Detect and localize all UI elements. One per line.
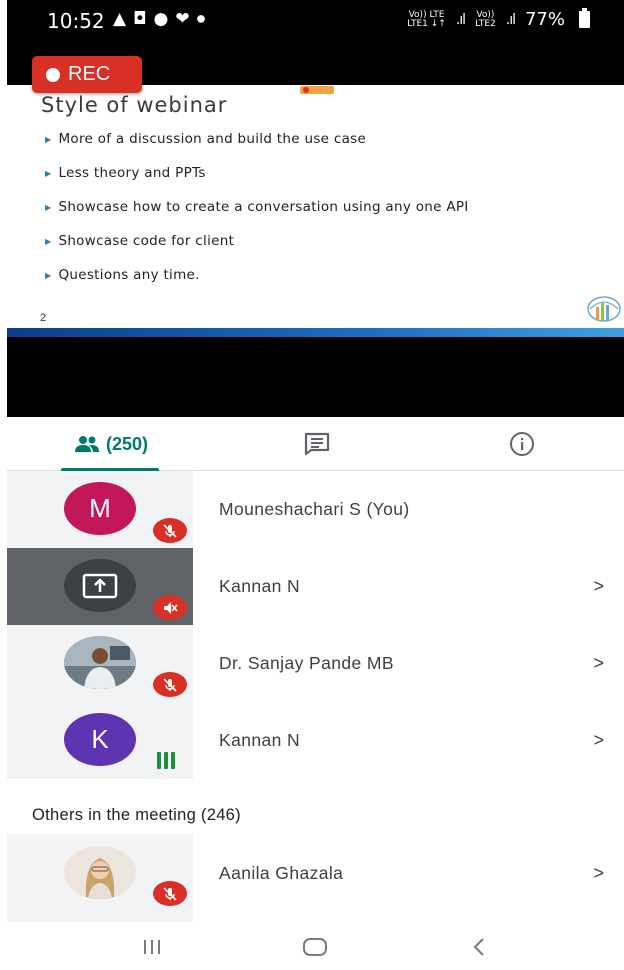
people-icon <box>74 436 99 452</box>
bullet-arrow-icon: ▶ <box>45 271 52 280</box>
status-time: 10:52 <box>47 9 105 33</box>
mic-off-icon <box>153 881 187 906</box>
chevron-right-icon[interactable]: > <box>593 548 604 625</box>
recording-label: REC <box>68 63 111 85</box>
chevron-right-icon[interactable]: > <box>593 702 604 779</box>
globe-logo-icon <box>587 296 621 322</box>
battery-text: 77% <box>524 9 565 30</box>
bullet-arrow-icon: ▶ <box>45 169 52 178</box>
recent-apps-icon[interactable] <box>132 924 172 970</box>
mic-off-icon <box>153 595 187 620</box>
mic-off-icon <box>153 518 187 543</box>
participant-row[interactable]: Aanila Ghazala > <box>7 834 624 922</box>
battery-icon <box>579 8 590 28</box>
status-right: Vo)) LTE LTE1 ↓↑ .ıl Vo)) LTE2 .ıl 77% <box>407 8 590 30</box>
presentation-slide[interactable]: Style of webinar ▶ More of a discussion a… <box>7 85 624 328</box>
tab-people[interactable]: (250) <box>59 417 163 471</box>
tab-info[interactable] <box>502 417 542 471</box>
slide-bullet: ▶ Showcase code for client <box>45 233 235 249</box>
participant-tile <box>7 834 193 922</box>
people-count: (250) <box>105 433 149 454</box>
navigation-bar <box>7 924 624 970</box>
bullet-arrow-icon: ▶ <box>45 135 52 144</box>
slide-page-number: 2 <box>40 312 47 324</box>
gallery-icon: ◘ <box>133 9 154 29</box>
participant-row[interactable]: Kannan N > <box>7 548 624 625</box>
slide-bullet: ▶ Questions any time. <box>45 267 200 283</box>
bullet-arrow-icon: ▶ <box>45 203 52 212</box>
bullet-arrow-icon: ▶ <box>45 237 52 246</box>
tab-chat[interactable] <box>297 417 337 471</box>
participant-tile: K <box>7 702 193 779</box>
chat-bubble-icon: ● <box>153 9 176 29</box>
participant-name: Kannan N <box>219 576 301 596</box>
heart-icon: ❤ <box>175 9 197 29</box>
participant-name: Aanila Ghazala <box>219 862 344 883</box>
signal-lte2-icon: Vo)) LTE2 <box>475 9 496 29</box>
slide-bullet: ▶ Showcase how to create a conversation u… <box>45 199 469 215</box>
participant-tile <box>7 548 193 625</box>
signal-bars-icon: .ıl <box>455 11 466 28</box>
participant-tile <box>7 625 193 702</box>
slide-bullet: ▶ More of a discussion and build the use … <box>45 131 367 147</box>
speaking-indicator-icon <box>157 752 175 769</box>
avatar: M <box>64 482 136 535</box>
present-screen-icon <box>82 573 118 598</box>
chevron-right-icon[interactable]: > <box>593 834 604 912</box>
slide-footer-bar <box>7 328 624 337</box>
signal-bars-icon: .ıl <box>505 11 516 28</box>
home-icon[interactable] <box>295 924 335 970</box>
dot-icon: ● <box>196 13 213 25</box>
video-area <box>7 337 624 417</box>
participant-tile: M <box>7 471 193 548</box>
participant-row[interactable]: M Mouneshachari S (You) <box>7 471 624 548</box>
info-icon <box>510 432 534 456</box>
record-dot-icon <box>46 67 60 82</box>
slide-title: Style of webinar <box>41 93 228 117</box>
recording-badge: REC <box>32 56 142 93</box>
chat-icon <box>304 432 330 456</box>
meeting-tabs: (250) <box>7 417 624 471</box>
participant-row[interactable]: K Kannan N > <box>7 702 624 779</box>
participant-row[interactable]: Dr. Sanjay Pande MB > <box>7 625 624 702</box>
participant-name: Kannan N <box>219 730 301 750</box>
slide-logo-icon <box>300 86 334 94</box>
chevron-right-icon[interactable]: > <box>593 625 604 702</box>
others-section-title: Others in the meeting (246) <box>32 806 241 824</box>
mic-off-icon <box>153 672 187 697</box>
slide-bullet: ▶ Less theory and PPTs <box>45 165 206 181</box>
meet-screen: 10:52 ▲◘●❤● Vo)) LTE LTE1 ↓↑ .ıl Vo)) LTE2… <box>7 0 624 970</box>
avatar-photo <box>64 636 136 689</box>
avatar: K <box>64 713 136 766</box>
notification-icons: ▲◘●❤● <box>113 9 212 29</box>
signal-lte1-icon: Vo)) LTE LTE1 ↓↑ <box>407 9 446 29</box>
warning-icon: ▲ <box>113 9 134 29</box>
slide-bullets: ▶ More of a discussion and build the use … <box>45 131 469 301</box>
participant-name: Mouneshachari S (You) <box>219 499 410 519</box>
avatar-photo <box>64 846 136 899</box>
participant-name: Dr. Sanjay Pande MB <box>219 653 394 673</box>
presenting-avatar <box>64 559 136 612</box>
back-icon[interactable] <box>459 924 499 970</box>
